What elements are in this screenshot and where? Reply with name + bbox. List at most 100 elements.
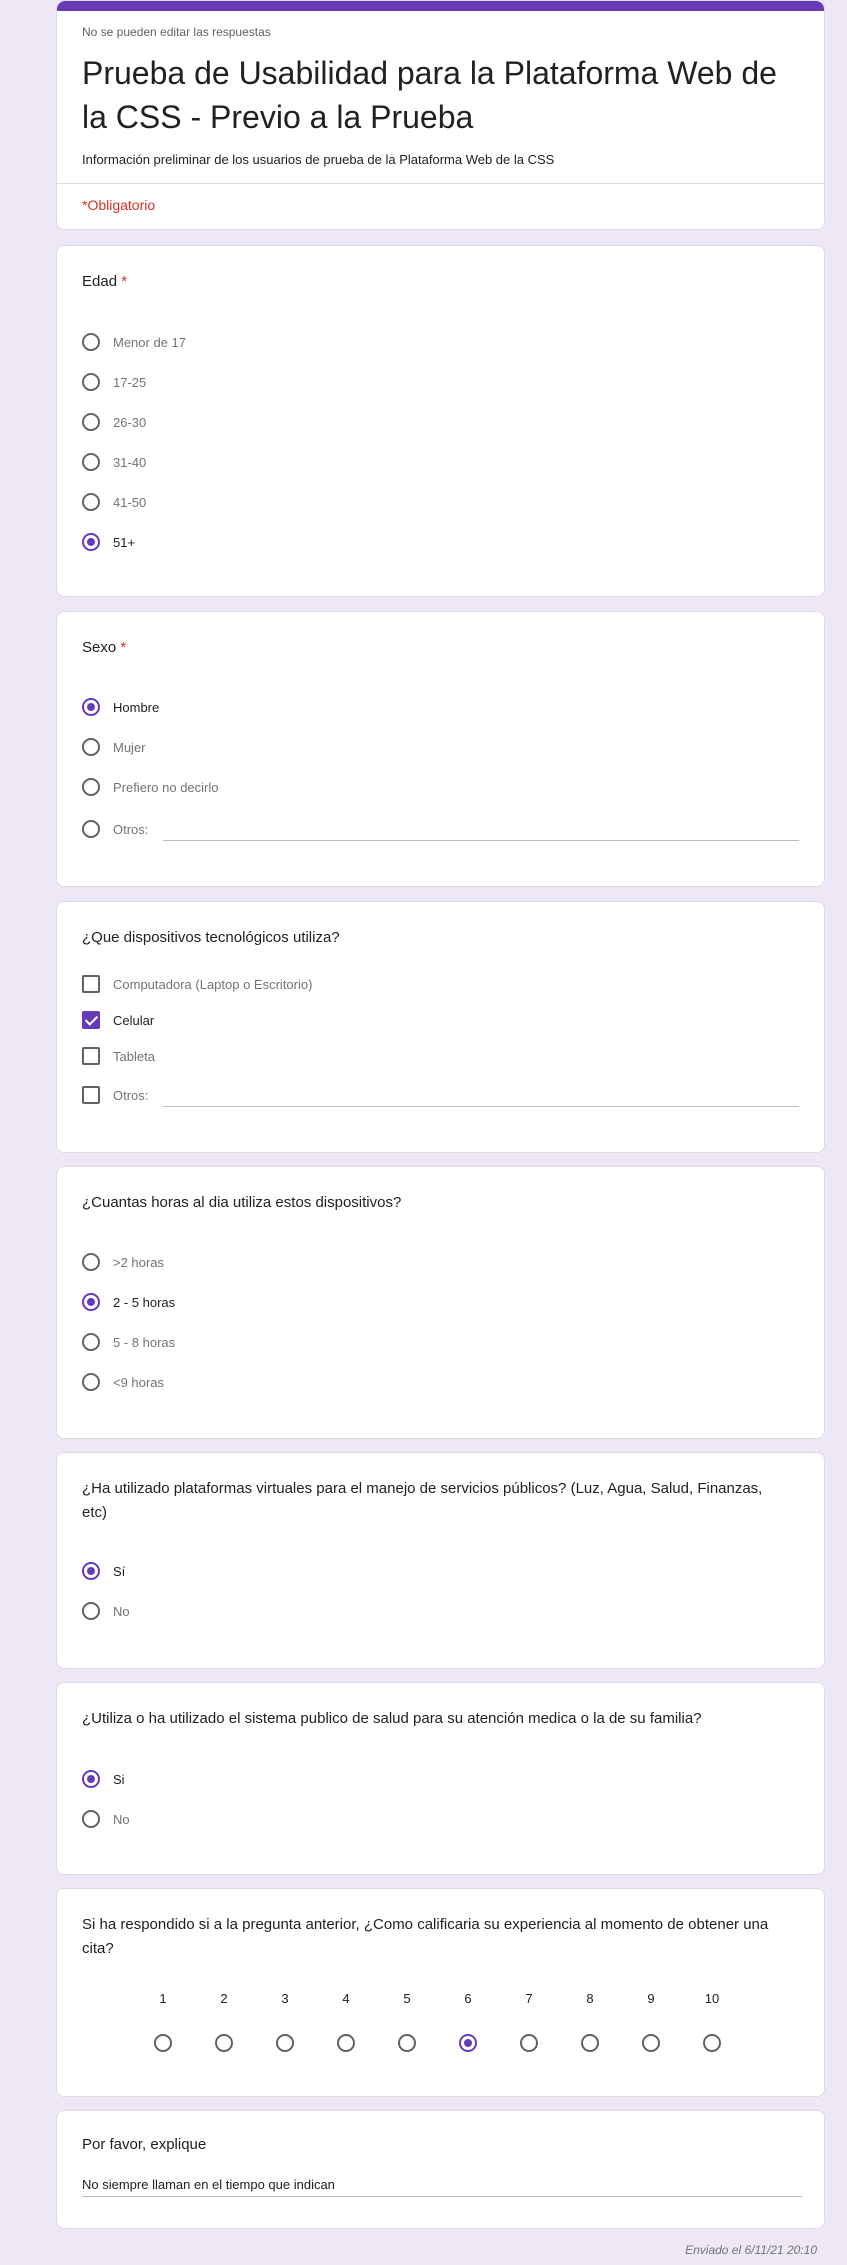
radio-option-selected[interactable]: Sí xyxy=(82,1560,125,1582)
radio-icon[interactable] xyxy=(82,493,100,511)
form-title: Prueba de Usabilidad para la Plataforma … xyxy=(82,55,777,135)
scale-label: 4 xyxy=(342,1991,350,2006)
option-label: Celular xyxy=(113,1012,155,1028)
scale-radio-icon[interactable] xyxy=(581,2034,599,2052)
radio-option-selected[interactable]: 2 - 5 horas xyxy=(82,1291,175,1313)
radio-option[interactable]: 31-40 xyxy=(82,451,146,473)
radio-option[interactable]: Menor de 17 xyxy=(82,331,186,353)
radio-selected-icon[interactable] xyxy=(82,698,100,716)
other-label: Otros: xyxy=(113,1087,149,1103)
answer-text-input[interactable]: No siempre llaman en el tiempo que indic… xyxy=(82,2177,335,2192)
no-edit-note: No se pueden editar las respuestas xyxy=(82,25,271,39)
scale-label: 5 xyxy=(403,1991,411,2006)
question-title: ¿Que dispositivos tecnológicos utiliza? xyxy=(82,929,340,946)
radio-icon[interactable] xyxy=(82,453,100,471)
radio-icon[interactable] xyxy=(82,738,100,756)
radio-option-selected[interactable]: 51+ xyxy=(82,531,135,553)
radio-option[interactable]: >2 horas xyxy=(82,1251,164,1273)
radio-option[interactable]: No xyxy=(82,1600,130,1622)
question-title: Si ha respondido si a la pregunta anteri… xyxy=(82,1916,769,1957)
option-label: Hombre xyxy=(113,699,160,715)
radio-icon[interactable] xyxy=(82,778,100,796)
radio-selected-icon[interactable] xyxy=(82,1562,100,1580)
radio-option[interactable]: Mujer xyxy=(82,736,146,758)
scale-label: 8 xyxy=(586,1991,594,2006)
radio-icon[interactable] xyxy=(82,413,100,431)
option-label: Sí xyxy=(113,1563,126,1579)
radio-option-selected[interactable]: Hombre xyxy=(82,696,159,718)
radio-option[interactable]: 5 - 8 horas xyxy=(82,1331,175,1353)
checkbox-option-other[interactable]: Otros: xyxy=(82,1084,148,1106)
radio-icon[interactable] xyxy=(82,1373,100,1391)
required-star: * xyxy=(120,639,127,656)
option-label: 41-50 xyxy=(113,494,147,510)
other-text-input[interactable] xyxy=(163,1106,799,1107)
option-label: No xyxy=(113,1603,130,1619)
radio-option[interactable]: No xyxy=(82,1808,130,1830)
option-label: 5 - 8 horas xyxy=(113,1334,176,1350)
option-label: Prefiero no decirlo xyxy=(113,779,219,795)
scale-radio-icon[interactable] xyxy=(337,2034,355,2052)
option-label: 26-30 xyxy=(113,414,147,430)
question-hours-card: ¿Cuantas horas al dia utiliza estos disp… xyxy=(56,1166,825,1439)
checkbox-option[interactable]: Tableta xyxy=(82,1045,155,1067)
scale-radio-icon[interactable] xyxy=(703,2034,721,2052)
radio-icon[interactable] xyxy=(82,373,100,391)
checkbox-icon[interactable] xyxy=(82,1086,100,1104)
scale-label: 1 xyxy=(159,1991,167,2006)
question-platforms-card: ¿Ha utilizado plataformas virtuales para… xyxy=(56,1452,825,1669)
radio-icon[interactable] xyxy=(82,1602,100,1620)
option-label: Si xyxy=(113,1771,125,1787)
other-label: Otros: xyxy=(113,821,149,837)
option-label: Computadora (Laptop o Escritorio) xyxy=(113,976,313,992)
scale-radio-icon[interactable] xyxy=(398,2034,416,2052)
radio-icon[interactable] xyxy=(82,820,100,838)
radio-option[interactable]: 41-50 xyxy=(82,491,146,513)
radio-icon[interactable] xyxy=(82,1253,100,1271)
radio-icon[interactable] xyxy=(82,333,100,351)
checkbox-checked-icon[interactable] xyxy=(82,1011,100,1029)
scale-radio-icon[interactable] xyxy=(276,2034,294,2052)
scale-radio-icon[interactable] xyxy=(520,2034,538,2052)
submitted-timestamp: Enviado el 6/11/21 20:10 xyxy=(685,2243,817,2257)
scale-label: 7 xyxy=(525,1991,533,2006)
question-title: ¿Cuantas horas al dia utiliza estos disp… xyxy=(82,1194,402,1211)
header-divider xyxy=(57,183,824,184)
question-title: Por favor, explique xyxy=(82,2136,207,2153)
radio-selected-icon[interactable] xyxy=(82,1770,100,1788)
radio-option[interactable]: 17-25 xyxy=(82,371,146,393)
scale-radio-selected-icon[interactable] xyxy=(459,2034,477,2052)
question-rating-card: Si ha respondido si a la pregunta anteri… xyxy=(56,1888,825,2097)
radio-option[interactable]: 26-30 xyxy=(82,411,146,433)
option-label: 2 - 5 horas xyxy=(113,1294,176,1310)
scale-radio-icon[interactable] xyxy=(215,2034,233,2052)
question-title: ¿Ha utilizado plataformas virtuales para… xyxy=(82,1480,763,1521)
radio-option-selected[interactable]: Si xyxy=(82,1768,125,1790)
question-title-text: Edad xyxy=(82,273,118,290)
radio-option[interactable]: Prefiero no decirlo xyxy=(82,776,219,798)
option-label: Menor de 17 xyxy=(113,334,186,350)
required-note: *Obligatorio xyxy=(82,197,156,213)
radio-icon[interactable] xyxy=(82,1333,100,1351)
checkbox-icon[interactable] xyxy=(82,1047,100,1065)
checkbox-icon[interactable] xyxy=(82,975,100,993)
question-title: Edad * xyxy=(82,270,127,294)
radio-option-other[interactable]: Otros: xyxy=(82,818,148,840)
checkbox-option-checked[interactable]: Celular xyxy=(82,1009,154,1031)
scale-label: 2 xyxy=(220,1991,228,2006)
question-devices-card: ¿Que dispositivos tecnológicos utiliza? … xyxy=(56,901,825,1153)
radio-icon[interactable] xyxy=(82,1810,100,1828)
question-health-card: ¿Utiliza o ha utilizado el sistema publi… xyxy=(56,1682,825,1875)
form-description: Información preliminar de los usuarios d… xyxy=(82,152,555,167)
scale-radio-icon[interactable] xyxy=(642,2034,660,2052)
other-text-input[interactable] xyxy=(163,840,799,841)
option-label: Mujer xyxy=(113,739,146,755)
option-label: 17-25 xyxy=(113,374,147,390)
radio-selected-icon[interactable] xyxy=(82,1293,100,1311)
option-label: 51+ xyxy=(113,534,136,550)
checkbox-option[interactable]: Computadora (Laptop o Escritorio) xyxy=(82,973,312,995)
radio-selected-icon[interactable] xyxy=(82,533,100,551)
scale-radio-icon[interactable] xyxy=(154,2034,172,2052)
radio-option[interactable]: <9 horas xyxy=(82,1371,164,1393)
question-title: Sexo * xyxy=(82,636,126,660)
